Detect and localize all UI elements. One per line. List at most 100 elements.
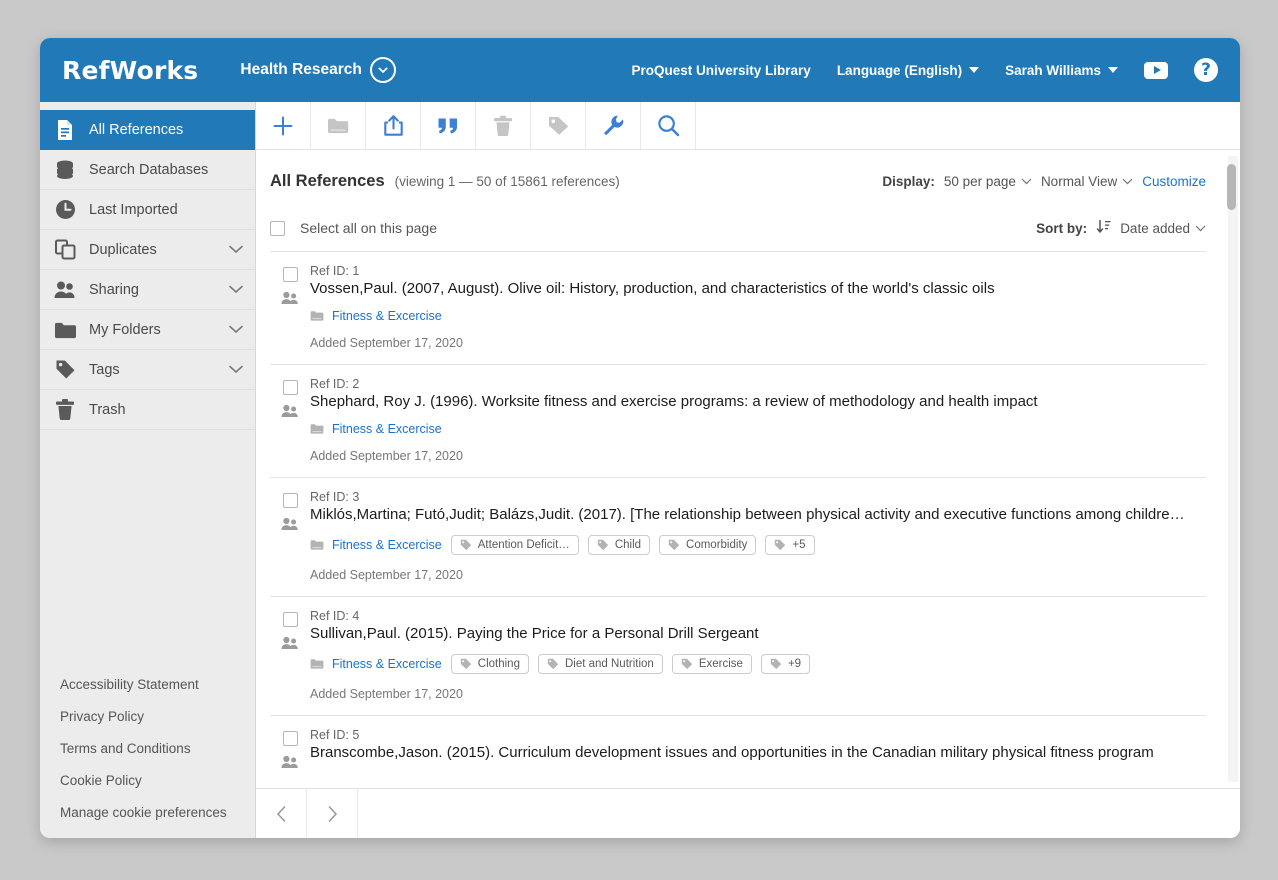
reference-checkbox[interactable] <box>282 731 298 746</box>
reference-title[interactable]: Branscombe,Jason. (2015). Curriculum dev… <box>310 744 1206 761</box>
reference-row-gutter <box>270 490 310 582</box>
folder-icon <box>310 659 324 669</box>
folder-name: Fitness & Excercise <box>332 309 442 323</box>
quote-icon[interactable] <box>421 102 476 149</box>
authors-icon <box>281 755 298 768</box>
folder-icon[interactable] <box>311 102 366 149</box>
reference-folder-chip[interactable]: Fitness & Excercise <box>310 309 442 323</box>
sidebar-item-tags[interactable]: Tags <box>40 350 255 390</box>
sidebar-item-my-folders[interactable]: My Folders <box>40 310 255 350</box>
reference-tag-chip[interactable]: Exercise <box>671 654 752 674</box>
reference-title[interactable]: Vossen,Paul. (2007, August). Olive oil: … <box>310 280 1206 297</box>
reference-tag-chip[interactable]: Attention Deficit… <box>450 535 579 555</box>
view-mode-value: Normal View <box>1040 174 1118 189</box>
per-page-dropdown[interactable]: 50 per page <box>944 174 1032 189</box>
footer-link-privacy-policy[interactable]: Privacy Policy <box>60 709 255 724</box>
sort-by-label: Sort by: <box>1036 220 1088 236</box>
footer-link-accessibility-statement[interactable]: Accessibility Statement <box>60 677 255 692</box>
reference-tag-chip[interactable]: Child <box>587 535 651 555</box>
add-icon[interactable] <box>256 102 311 149</box>
help-icon[interactable]: ? <box>1194 58 1218 82</box>
reference-content: Ref ID: 1 Vossen,Paul. (2007, August). Ol… <box>310 264 1206 350</box>
reference-row[interactable]: Ref ID: 3 Miklós,Martina; Futó,Judit; Bal… <box>270 477 1206 596</box>
chevron-down-icon[interactable] <box>229 322 243 338</box>
reference-tag-chip[interactable]: Diet and Nutrition <box>537 654 663 674</box>
reference-tag-chip[interactable]: Comorbidity <box>659 535 757 555</box>
reference-added-date: Added September 17, 2020 <box>310 687 463 701</box>
footer-link-terms-and-conditions[interactable]: Terms and Conditions <box>60 741 255 756</box>
language-menu[interactable]: Language (English) <box>837 63 980 78</box>
tag-icon <box>668 539 680 551</box>
select-all-checkbox[interactable] <box>270 220 285 236</box>
sidebar-item-label: Search Databases <box>89 161 209 178</box>
youtube-icon[interactable] <box>1144 61 1168 79</box>
reference-title[interactable]: Shephard, Roy J. (1996). Worksite fitnes… <box>310 393 1206 410</box>
chevron-down-icon[interactable] <box>229 282 243 298</box>
project-switcher-chevron-down-icon[interactable] <box>369 57 396 83</box>
reference-title[interactable]: Sullivan,Paul. (2015). Paying the Price … <box>310 625 1206 642</box>
chevron-left-icon[interactable] <box>256 789 307 838</box>
search-icon[interactable] <box>641 102 696 149</box>
reference-title[interactable]: Miklós,Martina; Futó,Judit; Balázs,Judit… <box>310 506 1206 523</box>
scrollbar-track[interactable] <box>1227 156 1238 782</box>
tag-label: +9 <box>787 658 802 670</box>
footer-link-cookie-policy[interactable]: Cookie Policy <box>60 773 255 788</box>
reference-folder-chip[interactable]: Fitness & Excercise <box>310 538 442 552</box>
user-menu[interactable]: Sarah Williams <box>1005 63 1118 78</box>
sort-dropdown[interactable]: Date added <box>1120 221 1206 236</box>
reference-folder-chip[interactable]: Fitness & Excercise <box>310 422 442 436</box>
sidebar-item-label: All References <box>89 121 184 138</box>
tag-icon <box>54 359 76 380</box>
sidebar-item-all-references[interactable]: All References <box>40 110 255 150</box>
sidebar-item-search-databases[interactable]: Search Databases <box>40 150 255 190</box>
project-name-label: Health Research <box>240 61 362 78</box>
sidebar-item-sharing[interactable]: Sharing <box>40 270 255 310</box>
reference-checkbox[interactable] <box>282 380 298 395</box>
people-icon <box>54 280 76 300</box>
select-all-row: Select all on this page Sort by: Date ad… <box>270 191 1206 251</box>
wrench-icon[interactable] <box>586 102 641 149</box>
reference-id-label: Ref ID: 1 <box>310 264 360 278</box>
sidebar: All References Search Databases Last Imp… <box>40 102 256 838</box>
chevron-down-icon[interactable] <box>229 362 243 378</box>
trash-icon[interactable] <box>476 102 531 149</box>
sort-descending-icon[interactable] <box>1096 219 1111 237</box>
reference-row[interactable]: Ref ID: 2 Shephard, Roy J. (1996). Worksi… <box>270 364 1206 477</box>
authors-icon <box>281 636 298 649</box>
chevron-down-icon <box>1021 178 1032 185</box>
sort-controls: Sort by: Date added <box>1036 219 1206 237</box>
sidebar-item-last-imported[interactable]: Last Imported <box>40 190 255 230</box>
reference-meta-row: Fitness & Excercise Attention Deficit… Chi… <box>310 535 1206 555</box>
reference-row[interactable]: Ref ID: 5 Branscombe,Jason. (2015). Curri… <box>270 715 1206 787</box>
database-icon <box>54 160 76 180</box>
authors-icon <box>281 404 298 417</box>
sidebar-item-label: Tags <box>89 361 120 378</box>
reference-added-date: Added September 17, 2020 <box>310 568 463 582</box>
trash-icon <box>54 399 76 420</box>
reference-checkbox[interactable] <box>282 267 298 282</box>
tag-icon[interactable] <box>531 102 586 149</box>
copy-icon <box>54 239 76 260</box>
sidebar-footer-links: Accessibility Statement Privacy Policy T… <box>40 677 255 838</box>
chevron-right-icon[interactable] <box>307 789 358 838</box>
reference-tag-chip[interactable]: Clothing <box>450 654 529 674</box>
reference-tag-chip[interactable]: +9 <box>760 654 811 674</box>
share-icon[interactable] <box>366 102 421 149</box>
sidebar-item-trash[interactable]: Trash <box>40 390 255 430</box>
refworks-logo[interactable]: RefWorks <box>62 56 198 85</box>
reference-row[interactable]: Ref ID: 1 Vossen,Paul. (2007, August). Ol… <box>270 251 1206 364</box>
reference-checkbox[interactable] <box>282 493 298 508</box>
folder-icon <box>54 321 76 339</box>
reference-tag-chip[interactable]: +5 <box>765 535 815 555</box>
footer-link-manage-cookie-preferences[interactable]: Manage cookie preferences <box>60 805 255 820</box>
sidebar-item-duplicates[interactable]: Duplicates <box>40 230 255 270</box>
reference-folder-chip[interactable]: Fitness & Excercise <box>310 657 442 671</box>
view-mode-dropdown[interactable]: Normal View <box>1041 174 1133 189</box>
customize-link[interactable]: Customize <box>1142 174 1206 189</box>
chevron-down-icon[interactable] <box>229 242 243 258</box>
reference-checkbox[interactable] <box>282 612 298 627</box>
scrollbar-thumb[interactable] <box>1227 164 1236 210</box>
reference-row[interactable]: Ref ID: 4 Sullivan,Paul. (2015). Paying t… <box>270 596 1206 715</box>
display-controls: Display: 50 per page Normal View Customi… <box>882 174 1206 189</box>
tag-icon <box>681 658 693 670</box>
